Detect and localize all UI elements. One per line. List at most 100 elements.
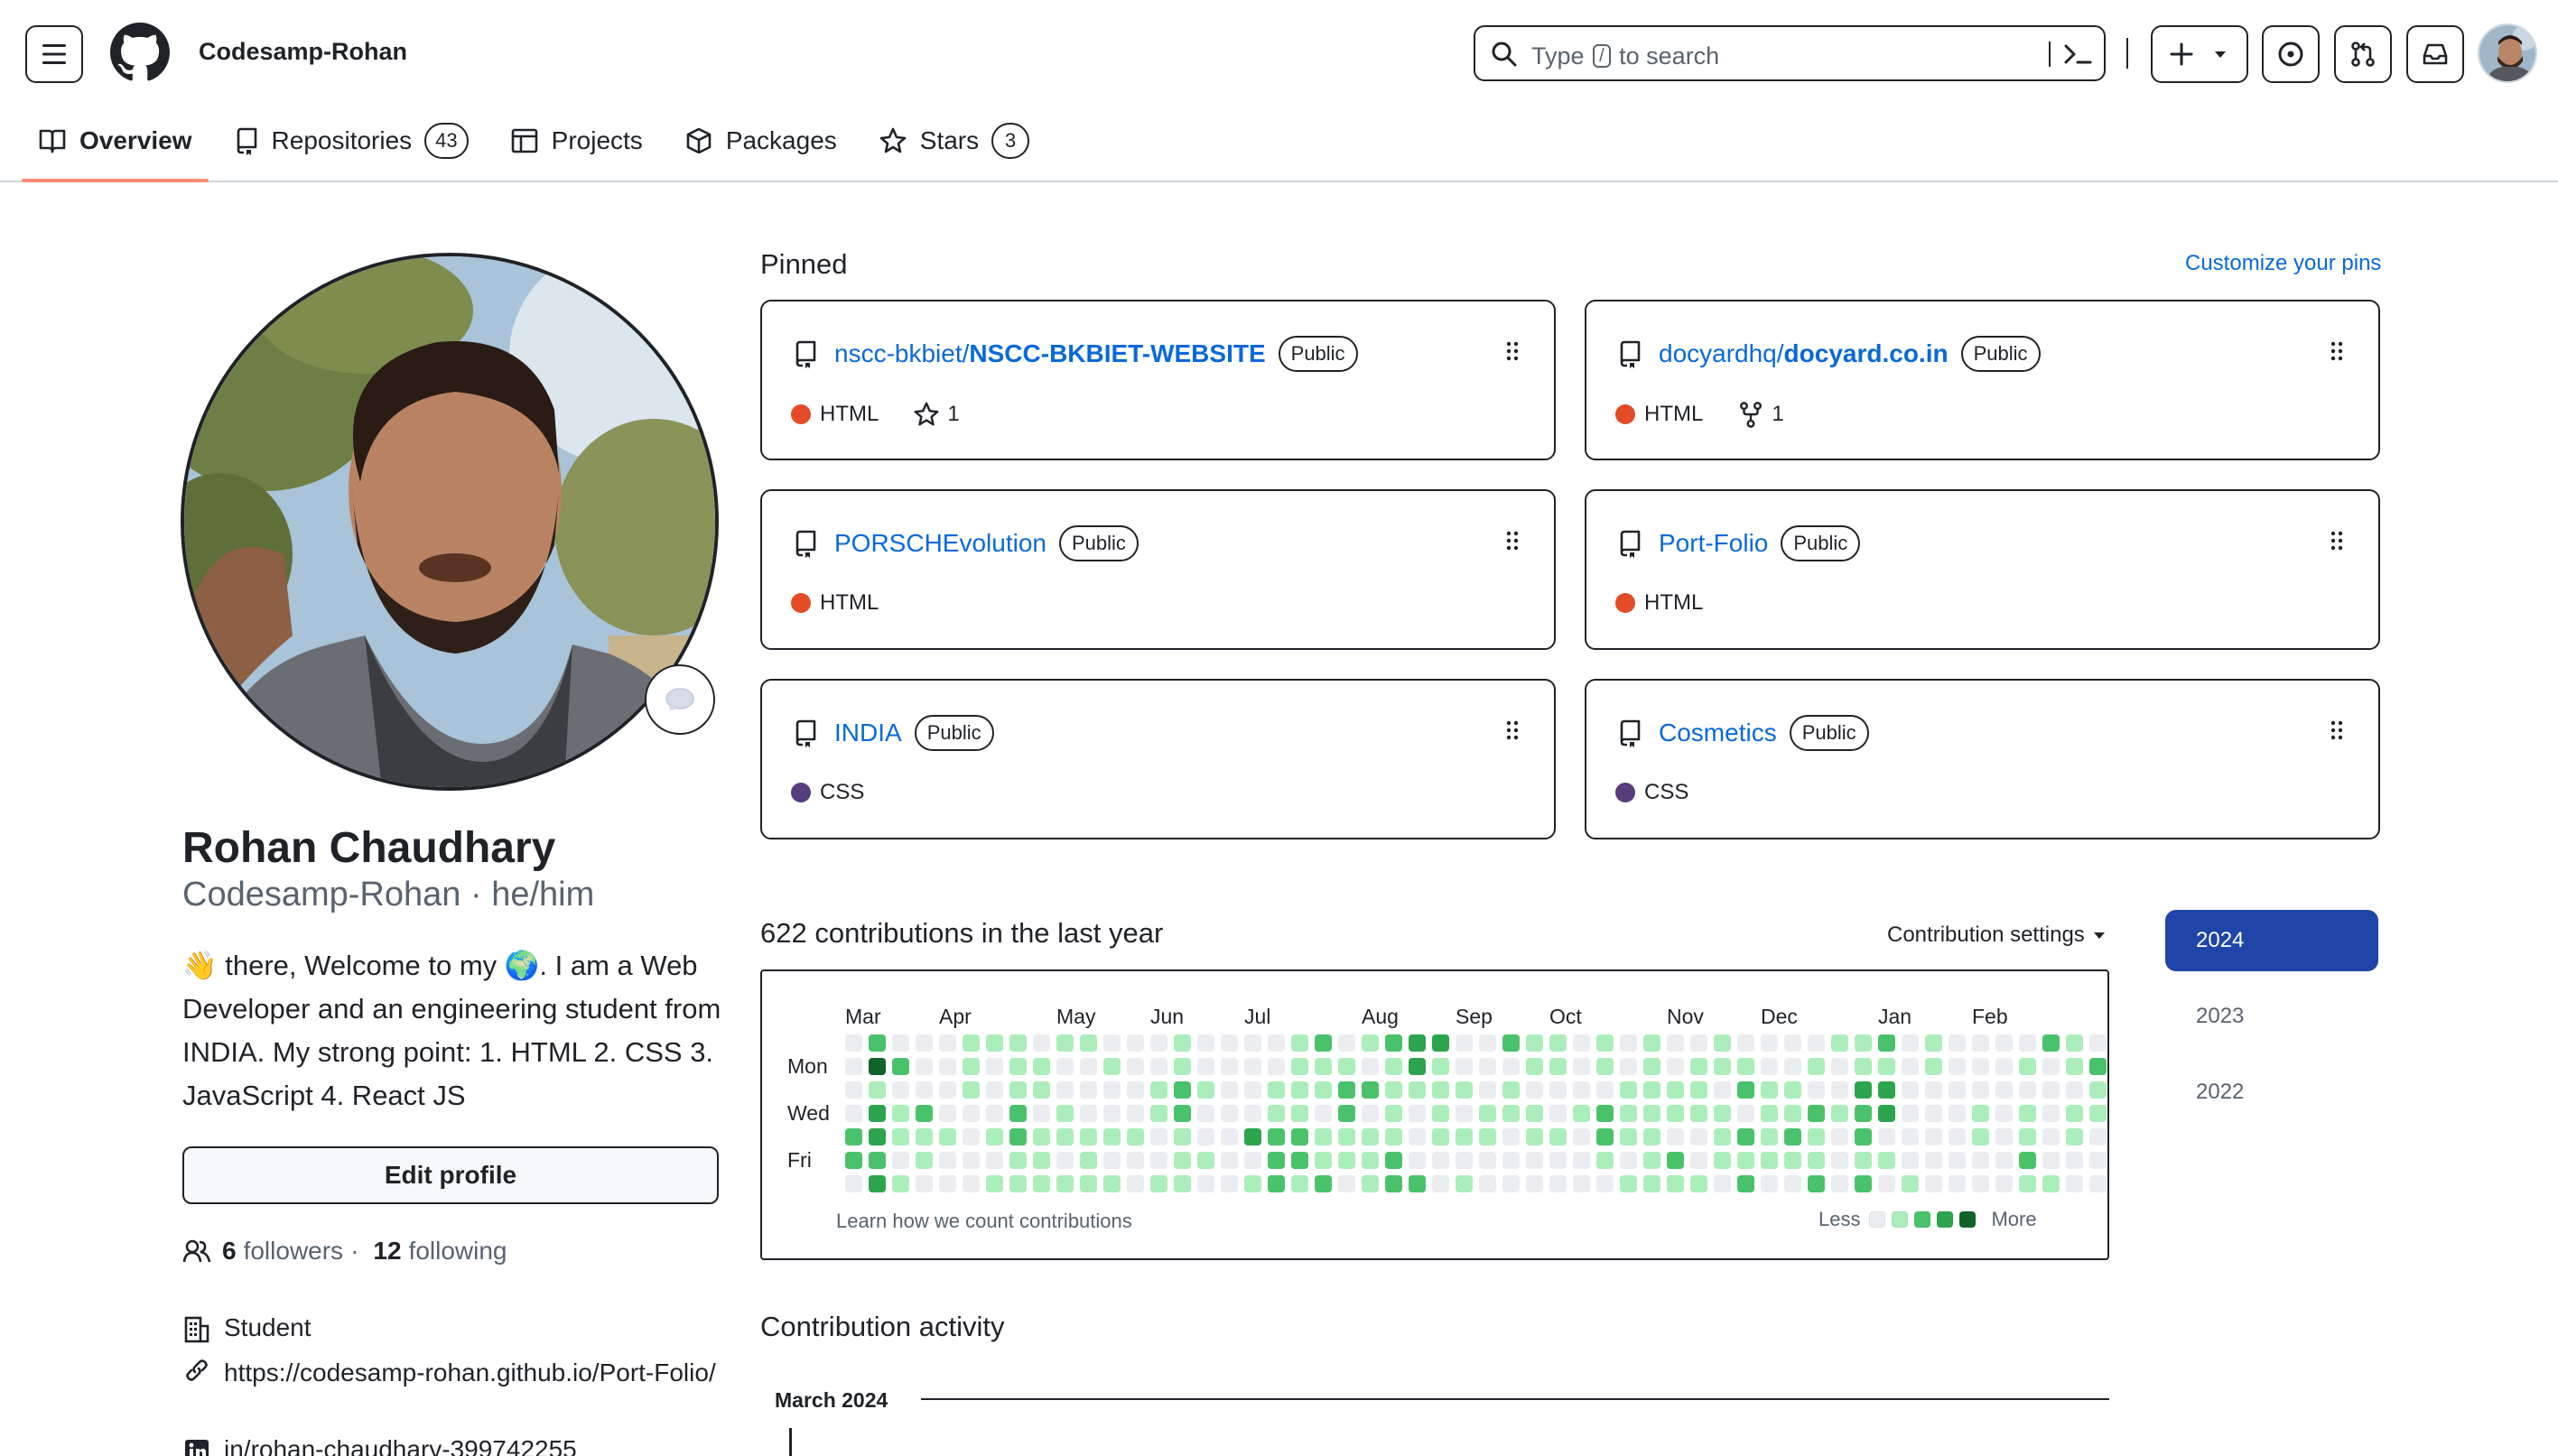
contribution-day[interactable] — [845, 1105, 862, 1122]
year-link-2022[interactable]: 2022 — [2165, 1062, 2378, 1123]
contribution-day[interactable] — [1150, 1175, 1167, 1192]
contribution-day[interactable] — [1409, 1081, 1426, 1099]
drag-grabber-icon[interactable] — [1505, 720, 1520, 740]
contribution-day[interactable] — [1737, 1034, 1754, 1052]
contribution-day[interactable] — [1761, 1105, 1778, 1122]
contribution-day[interactable] — [1737, 1175, 1754, 1192]
contribution-day[interactable] — [916, 1152, 933, 1169]
inbox-button[interactable] — [2406, 25, 2464, 83]
contribution-day[interactable] — [1103, 1034, 1121, 1052]
contribution-day[interactable] — [1784, 1081, 1801, 1099]
contribution-day[interactable] — [2042, 1105, 2060, 1122]
contribution-day[interactable] — [1432, 1081, 1449, 1099]
contribution-day[interactable] — [2066, 1081, 2083, 1099]
contribution-day[interactable] — [1902, 1175, 1919, 1192]
contribution-day[interactable] — [1549, 1152, 1567, 1169]
contribution-day[interactable] — [869, 1081, 886, 1099]
create-new-button[interactable] — [2151, 25, 2248, 83]
contribution-day[interactable] — [1667, 1034, 1684, 1052]
contribution-day[interactable] — [1197, 1081, 1214, 1099]
contribution-day[interactable] — [1315, 1058, 1332, 1075]
contribution-day[interactable] — [2089, 1128, 2107, 1145]
contribution-day[interactable] — [986, 1128, 1003, 1145]
website-link[interactable]: https://codesamp-rohan.github.io/Port-Fo… — [224, 1354, 730, 1392]
contribution-day[interactable] — [1925, 1105, 1942, 1122]
contribution-day[interactable] — [1244, 1058, 1261, 1075]
contribution-day[interactable] — [1643, 1058, 1660, 1075]
contribution-day[interactable] — [1831, 1105, 1848, 1122]
contribution-day[interactable] — [1737, 1058, 1754, 1075]
contribution-day[interactable] — [1714, 1152, 1731, 1169]
contribution-day[interactable] — [1714, 1175, 1731, 1192]
contribution-day[interactable] — [845, 1128, 862, 1145]
contribution-day[interactable] — [1479, 1128, 1496, 1145]
contribution-day[interactable] — [1573, 1175, 1590, 1192]
contribution-day[interactable] — [1221, 1058, 1238, 1075]
contribution-day[interactable] — [1338, 1034, 1355, 1052]
contribution-day[interactable] — [1127, 1058, 1144, 1075]
contribution-day[interactable] — [916, 1034, 933, 1052]
contribution-day[interactable] — [1714, 1128, 1731, 1145]
contribution-day[interactable] — [1009, 1152, 1027, 1169]
contribution-day[interactable] — [1103, 1128, 1121, 1145]
contribution-day[interactable] — [1784, 1152, 1801, 1169]
contribution-day[interactable] — [1009, 1128, 1027, 1145]
contribution-day[interactable] — [1103, 1152, 1121, 1169]
pinned-repo-name[interactable]: NSCC-BKBIET-WEBSITE — [969, 339, 1265, 368]
contribution-day[interactable] — [1949, 1034, 1966, 1052]
contribution-day[interactable] — [1573, 1034, 1590, 1052]
contribution-day[interactable] — [1338, 1128, 1355, 1145]
contribution-day[interactable] — [1056, 1152, 1074, 1169]
contribution-day[interactable] — [1902, 1081, 1919, 1099]
contribution-day[interactable] — [1596, 1081, 1614, 1099]
contribution-day[interactable] — [2066, 1128, 2083, 1145]
contribution-day[interactable] — [1197, 1105, 1214, 1122]
contribution-day[interactable] — [1925, 1152, 1942, 1169]
contribution-day[interactable] — [1526, 1105, 1543, 1122]
contribution-day[interactable] — [1761, 1081, 1778, 1099]
following-count[interactable]: 12 — [373, 1237, 401, 1266]
contribution-day[interactable] — [1831, 1128, 1848, 1145]
contribution-day[interactable] — [2019, 1152, 2036, 1169]
contribution-day[interactable] — [1080, 1034, 1097, 1052]
contribution-day[interactable] — [1972, 1058, 1989, 1075]
contribution-day[interactable] — [1690, 1081, 1707, 1099]
contribution-day[interactable] — [1925, 1034, 1942, 1052]
contribution-day[interactable] — [1080, 1128, 1097, 1145]
contribution-day[interactable] — [1456, 1128, 1473, 1145]
contribution-day[interactable] — [1268, 1105, 1285, 1122]
contribution-day[interactable] — [1549, 1175, 1567, 1192]
contribution-day[interactable] — [916, 1081, 933, 1099]
tab-projects[interactable]: Projects — [494, 114, 659, 168]
contribution-day[interactable] — [1385, 1128, 1402, 1145]
contribution-day[interactable] — [1409, 1152, 1426, 1169]
contribution-day[interactable] — [1690, 1034, 1707, 1052]
contribution-day[interactable] — [1456, 1058, 1473, 1075]
contribution-day[interactable] — [1502, 1175, 1520, 1192]
contribution-day[interactable] — [1620, 1128, 1637, 1145]
contribution-day[interactable] — [1338, 1081, 1355, 1099]
contribution-day[interactable] — [1502, 1034, 1520, 1052]
contribution-day[interactable] — [1432, 1128, 1449, 1145]
contribution-day[interactable] — [1197, 1175, 1214, 1192]
contribution-day[interactable] — [1995, 1034, 2013, 1052]
contribution-day[interactable] — [1643, 1034, 1660, 1052]
contribution-day[interactable] — [1103, 1058, 1121, 1075]
contribution-day[interactable] — [1784, 1175, 1801, 1192]
stargazers-count[interactable]: 1 — [913, 401, 960, 428]
contribution-day[interactable] — [1338, 1058, 1355, 1075]
contribution-day[interactable] — [1878, 1081, 1895, 1099]
contribution-day[interactable] — [1244, 1105, 1261, 1122]
contribution-day[interactable] — [1221, 1152, 1238, 1169]
contribution-day[interactable] — [1315, 1081, 1332, 1099]
command-palette-icon[interactable] — [2062, 40, 2093, 69]
contribution-day[interactable] — [1033, 1034, 1050, 1052]
contribution-day[interactable] — [1127, 1128, 1144, 1145]
contribution-day[interactable] — [1855, 1152, 1872, 1169]
contribution-day[interactable] — [1291, 1034, 1308, 1052]
contribution-day[interactable] — [1315, 1175, 1332, 1192]
contribution-day[interactable] — [1667, 1058, 1684, 1075]
contribution-day[interactable] — [1432, 1175, 1449, 1192]
contribution-day[interactable] — [1291, 1152, 1308, 1169]
contribution-day[interactable] — [869, 1105, 886, 1122]
